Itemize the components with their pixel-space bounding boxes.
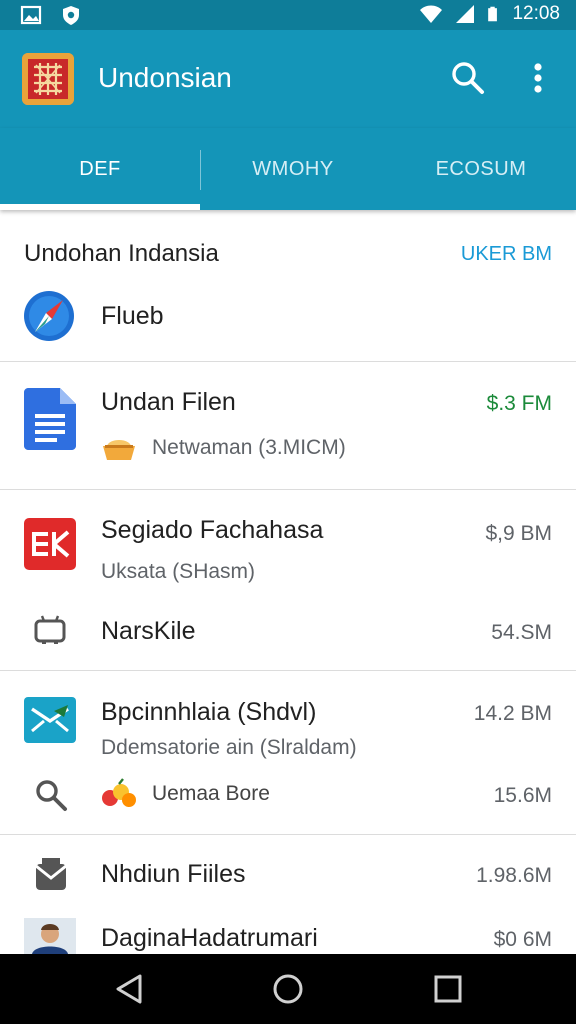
list-item-title: DaginaHadatrumari	[101, 924, 318, 952]
fruit-icon	[102, 778, 136, 807]
mail-app-icon	[24, 697, 76, 743]
list-item-size: 54.SM	[491, 621, 552, 644]
battery-icon	[488, 6, 498, 22]
wifi-icon	[420, 5, 443, 23]
app-logo-icon	[22, 53, 74, 105]
list-item-title: Uemaa Bore	[152, 782, 270, 805]
system-nav-bar	[0, 954, 576, 1024]
list-item-size: $0 6M	[493, 928, 552, 951]
list-item-title: NarsKile	[101, 617, 196, 645]
food-icon	[103, 440, 135, 460]
search-icon	[452, 62, 484, 94]
app-title: Undonsian	[98, 62, 232, 93]
recents-icon[interactable]	[430, 971, 466, 1007]
document-icon	[24, 388, 76, 450]
tv-icon	[34, 615, 66, 644]
search-icon	[36, 780, 67, 811]
tab-def[interactable]: DEF	[0, 128, 200, 210]
list-item-subtitle: Netwaman (3.MICM)	[152, 436, 346, 459]
compass-icon	[24, 291, 74, 341]
image-icon	[20, 5, 42, 25]
more-vert-icon	[534, 63, 542, 93]
back-icon[interactable]	[112, 971, 148, 1007]
shield-icon	[63, 6, 79, 25]
list-item-size: 15.6M	[493, 784, 552, 807]
divider	[0, 361, 576, 362]
tab-indicator	[0, 204, 200, 210]
divider	[0, 489, 576, 490]
list-item-title: Nhdiun Fiiles	[101, 860, 246, 888]
search-button[interactable]	[448, 58, 488, 98]
signal-icon	[456, 5, 475, 23]
list-item-title: Segiado Fachahasa	[101, 516, 324, 544]
tab-wmohy[interactable]: WMOHY	[200, 128, 386, 210]
list-item-size: 1.98.6M	[476, 864, 552, 887]
section-action-link[interactable]: UKER BM	[461, 243, 552, 266]
bk-app-icon	[24, 518, 76, 570]
overflow-menu-button[interactable]	[520, 58, 556, 98]
list-item-title: Bpcinnhlaia (Shdvl)	[101, 698, 317, 726]
list-item-subtitle: Uksata (SHasm)	[101, 560, 256, 583]
tab-bar: DEF WMOHY ECOSUM	[0, 128, 576, 210]
tab-ecosum[interactable]: ECOSUM	[386, 128, 576, 210]
list-item-title: Flueb	[101, 302, 164, 330]
list-item-size: 14.2 BM	[473, 702, 552, 725]
list-item-title: Undan Filen	[101, 388, 236, 416]
status-bar: 12:08	[0, 0, 576, 30]
status-time: 12:08	[512, 3, 560, 24]
divider	[0, 834, 576, 835]
inbox-icon	[35, 858, 67, 890]
app-bar: Undonsian	[0, 30, 576, 128]
avatar-icon	[24, 918, 76, 954]
list-item-size: $.3 FM	[486, 392, 552, 415]
list-item-subtitle: Ddemsatorie ain (Slraldam)	[101, 736, 357, 759]
home-icon[interactable]	[270, 971, 306, 1007]
section-title: Undohan Indansia	[24, 240, 219, 267]
list-item-size: $,9 BM	[485, 522, 552, 545]
divider	[0, 670, 576, 671]
